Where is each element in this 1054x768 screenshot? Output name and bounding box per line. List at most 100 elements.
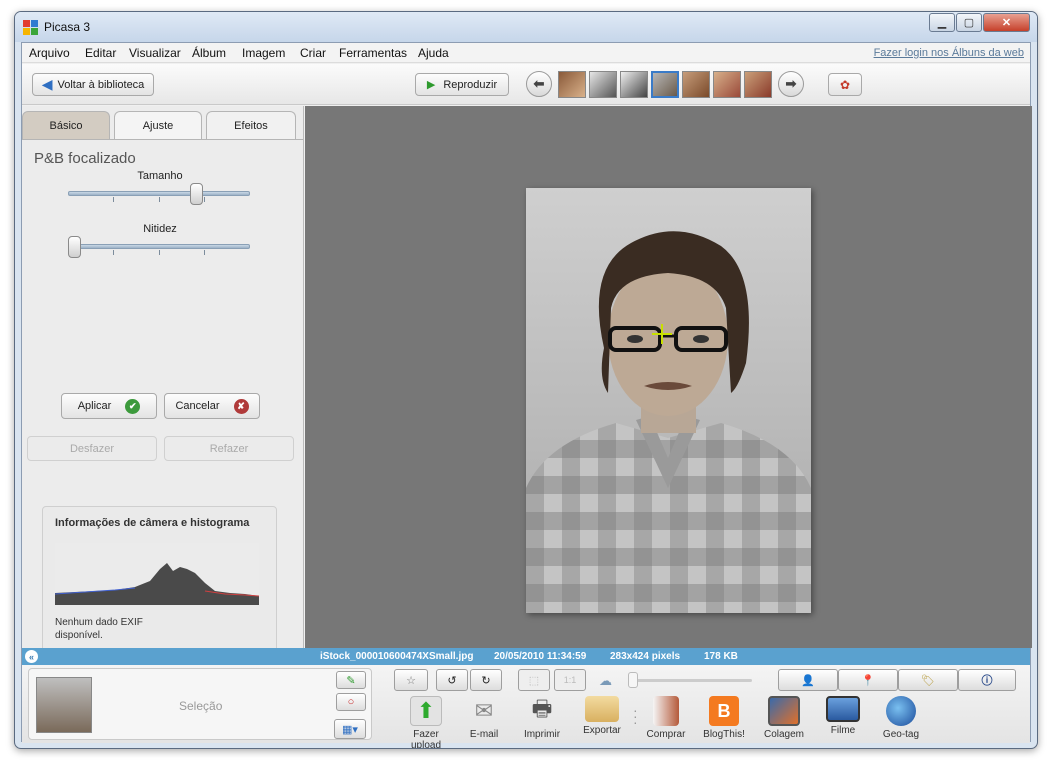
tab-ajuste[interactable]: Ajuste	[114, 111, 202, 140]
cancel-x-icon: ✘	[233, 398, 249, 414]
redo-label: Refazer	[209, 442, 249, 455]
picasa-logo-icon	[23, 20, 38, 35]
login-link[interactable]: Fazer login nos Álbuns da web	[874, 47, 1024, 59]
back-to-library-button[interactable]: ◀ Voltar à biblioteca	[32, 73, 154, 96]
action-buy[interactable]: Comprar	[638, 696, 694, 740]
menu-visualizar[interactable]: Visualizar	[129, 46, 181, 60]
size-tick-3	[204, 197, 205, 202]
size-slider-handle[interactable]	[189, 183, 203, 205]
cancel-button[interactable]: Cancelar ✘	[164, 393, 260, 419]
action-export-label: Exportar	[583, 725, 621, 736]
tab-efeitos-label: Efeitos	[234, 119, 268, 132]
next-photo-icon[interactable]: ➡	[778, 71, 804, 97]
size-slider-label: Tamanho	[137, 170, 183, 182]
camera-info-title: Informações de câmera e histograma	[55, 517, 250, 529]
apply-label: Aplicar	[77, 400, 112, 412]
action-buy-label: Comprar	[646, 729, 686, 740]
exif-line-2: disponível.	[55, 630, 103, 641]
action-export[interactable]: Exportar	[574, 696, 630, 736]
status-bar: « iStock_000010600474XSmall.jpg 20/05/20…	[22, 648, 1030, 665]
star-icon[interactable]: ☆	[394, 669, 428, 691]
app-window: Picasa 3 ▁ ▢ ✕ Arquivo Editar Visualizar…	[14, 11, 1038, 749]
tab-basico[interactable]: Básico	[22, 111, 110, 139]
thumbnail-5[interactable]	[682, 71, 710, 98]
add-to-album-icon[interactable]: ▦▾	[334, 719, 366, 739]
actual-size-icon[interactable]: 1:1	[554, 669, 586, 691]
fit-zoom-icon[interactable]: ⬚	[518, 669, 550, 691]
action-geotag[interactable]: Geo-tag	[873, 696, 929, 740]
main-photo[interactable]	[526, 188, 811, 613]
sharpness-slider-handle[interactable]	[68, 236, 81, 258]
zoom-icon: ☁	[599, 673, 612, 688]
play-slideshow-button[interactable]: ▶ Reproduzir	[415, 73, 509, 96]
tab-efeitos[interactable]: Efeitos	[206, 111, 296, 139]
separator-dots: · · ·	[633, 702, 638, 730]
undo-button[interactable]: Desfazer	[27, 436, 157, 461]
tags-icon[interactable]: 🏷	[898, 669, 958, 691]
action-upload[interactable]: ⬆ Fazer upload	[398, 696, 454, 749]
menu-ajuda[interactable]: Ajuda	[418, 46, 449, 60]
size-slider-track[interactable]	[68, 191, 250, 196]
status-datetime: 20/05/2010 11:34:59	[494, 651, 587, 662]
effect-title: P&B focalizado	[34, 150, 136, 167]
rotate-right-icon[interactable]: ↻	[470, 669, 502, 691]
action-blogthis[interactable]: B BlogThis!	[696, 696, 752, 740]
status-filename: iStock_000010600474XSmall.jpg	[320, 651, 474, 662]
back-label: Voltar à biblioteca	[57, 78, 145, 91]
tray-thumbnail[interactable]	[36, 677, 92, 733]
sharpness-slider-track[interactable]	[68, 244, 250, 249]
thumbnail-6[interactable]	[713, 71, 741, 98]
sharpness-slider-label: Nitidez	[143, 223, 177, 235]
maximize-button[interactable]: ▢	[956, 13, 982, 32]
redo-button[interactable]: Refazer	[164, 436, 294, 461]
geotag-icon	[886, 696, 916, 726]
print-icon: 🖶	[531, 696, 553, 721]
people-icon[interactable]: 👤	[778, 669, 838, 691]
exif-line-1: Nenhum dado EXIF	[55, 617, 143, 628]
menu-criar[interactable]: Criar	[300, 46, 326, 60]
thumbnail-2[interactable]	[589, 71, 617, 98]
menu-album[interactable]: Álbum	[192, 46, 226, 60]
zoom-slider-track[interactable]	[632, 679, 752, 682]
menu-arquivo[interactable]: Arquivo	[29, 46, 70, 60]
hold-pin-icon[interactable]: ✎	[336, 671, 366, 689]
action-upload-label: Fazer upload	[410, 729, 442, 749]
previous-photo-icon[interactable]: ⬅	[526, 71, 552, 97]
action-email-label: E-mail	[469, 729, 499, 740]
thumbnail-3[interactable]	[620, 71, 648, 98]
action-collage[interactable]: Colagem	[756, 696, 812, 740]
menu-ferramentas[interactable]: Ferramentas	[339, 46, 407, 60]
status-filesize: 178 KB	[704, 651, 738, 662]
clear-tray-icon[interactable]: ○	[336, 693, 366, 711]
checkmark-icon: ✔	[125, 398, 141, 414]
thumbnail-4-selected[interactable]	[651, 71, 679, 98]
menu-editar[interactable]: Editar	[85, 46, 116, 60]
rotate-left-icon[interactable]: ↺	[436, 669, 468, 691]
places-pin-icon[interactable]: 📍	[838, 669, 898, 691]
thumbnail-7[interactable]	[744, 71, 772, 98]
action-movie-label: Filme	[830, 725, 856, 736]
close-button[interactable]: ✕	[983, 13, 1030, 32]
zoom-slider-handle[interactable]	[628, 672, 638, 688]
thumbnail-1[interactable]	[558, 71, 586, 98]
action-movie[interactable]: Filme	[815, 696, 871, 736]
client-area: Arquivo Editar Visualizar Álbum Imagem C…	[21, 42, 1032, 748]
tab-divider	[22, 139, 303, 140]
histogram-chart	[55, 543, 259, 605]
apply-button[interactable]: Aplicar ✔	[61, 393, 157, 419]
play-icon: ▶	[426, 79, 436, 91]
info-icon[interactable]: ⓘ	[958, 669, 1016, 691]
action-collage-label: Colagem	[763, 729, 805, 740]
size-tick-2	[159, 197, 160, 202]
edit-panel: Básico Ajuste Efeitos P&B focalizado Tam…	[22, 106, 304, 673]
tray-selection-label: Seleção	[179, 699, 223, 713]
minimize-button[interactable]: ▁	[929, 13, 955, 32]
photo-tray-button[interactable]: ✿	[828, 73, 862, 96]
shop-icon	[653, 696, 679, 726]
collapse-panel-icon[interactable]: «	[25, 650, 38, 663]
email-icon: ✉	[474, 698, 494, 723]
action-email[interactable]: ✉ E-mail	[456, 696, 512, 740]
action-print[interactable]: 🖶 Imprimir	[514, 696, 570, 740]
menu-imagem[interactable]: Imagem	[242, 46, 285, 60]
tab-basico-label: Básico	[49, 119, 83, 132]
